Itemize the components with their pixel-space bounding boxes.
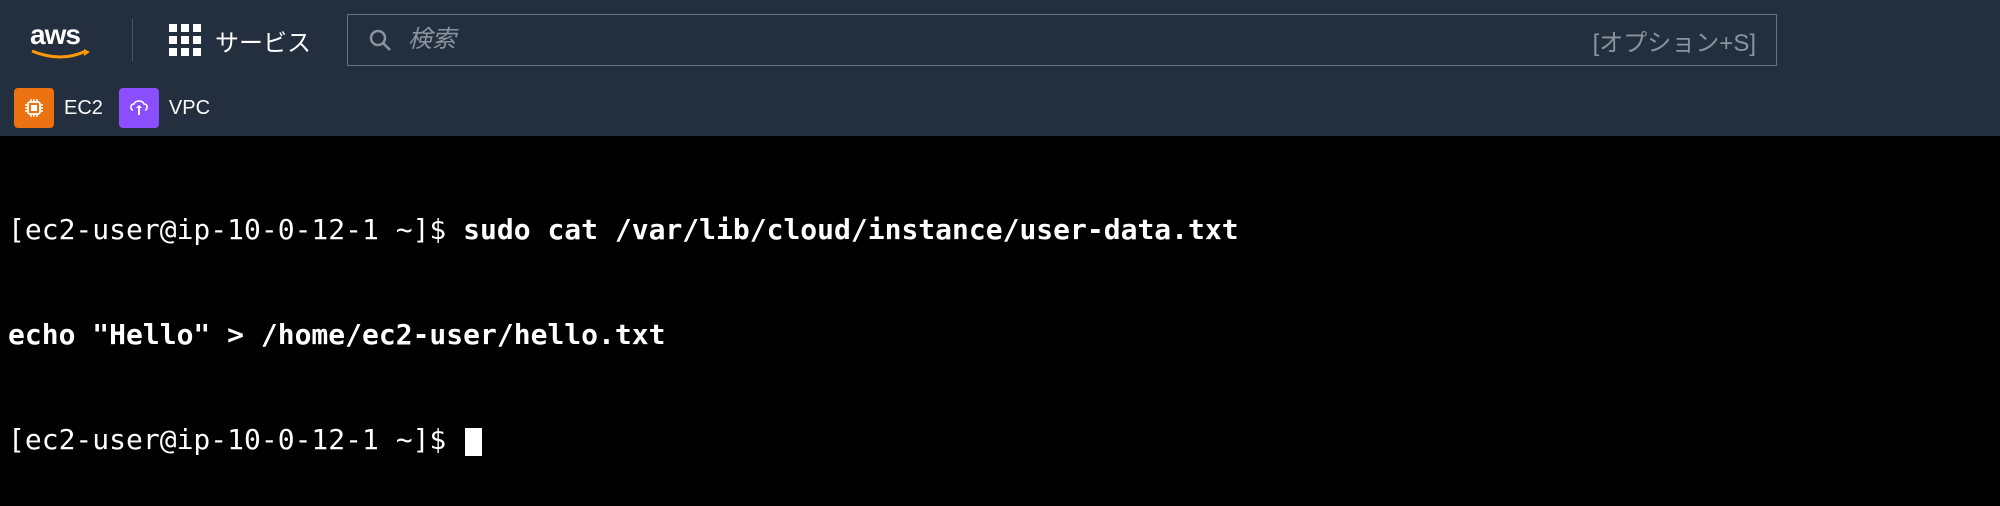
aws-logo-text: aws	[30, 19, 92, 51]
service-chip-ec2[interactable]: EC2	[14, 88, 103, 128]
header-divider	[132, 19, 133, 61]
services-label: サービス	[215, 23, 311, 58]
terminal-cursor	[465, 428, 482, 456]
search-shortcut-hint: [オプション+S]	[1593, 23, 1756, 58]
search-input[interactable]	[408, 26, 1577, 54]
aws-logo[interactable]: aws	[20, 19, 112, 61]
terminal-prompt: [ec2-user@ip-10-0-12-1 ~]$	[8, 213, 463, 246]
service-chip-vpc[interactable]: VPC	[119, 88, 210, 128]
search-box[interactable]: [オプション+S]	[347, 14, 1777, 66]
grid-icon	[169, 24, 201, 56]
aws-console-header: aws サービス [オプション+S]	[0, 0, 2000, 80]
search-icon	[368, 28, 392, 52]
terminal-output[interactable]: [ec2-user@ip-10-0-12-1 ~]$ sudo cat /var…	[0, 136, 2000, 498]
terminal-line-2: echo "Hello" > /home/ec2-user/hello.txt	[8, 317, 1992, 352]
services-menu-button[interactable]: サービス	[153, 15, 327, 66]
ec2-icon	[14, 88, 54, 128]
terminal-line-1: [ec2-user@ip-10-0-12-1 ~]$ sudo cat /var…	[8, 212, 1992, 247]
terminal-line-3: [ec2-user@ip-10-0-12-1 ~]$	[8, 422, 1992, 457]
vpc-icon	[119, 88, 159, 128]
service-label: VPC	[169, 97, 210, 120]
service-label: EC2	[64, 97, 103, 120]
terminal-command: sudo cat /var/lib/cloud/instance/user-da…	[463, 213, 1238, 246]
terminal-prompt: [ec2-user@ip-10-0-12-1 ~]$	[8, 423, 463, 456]
service-shortcut-bar: EC2 VPC	[0, 80, 2000, 136]
